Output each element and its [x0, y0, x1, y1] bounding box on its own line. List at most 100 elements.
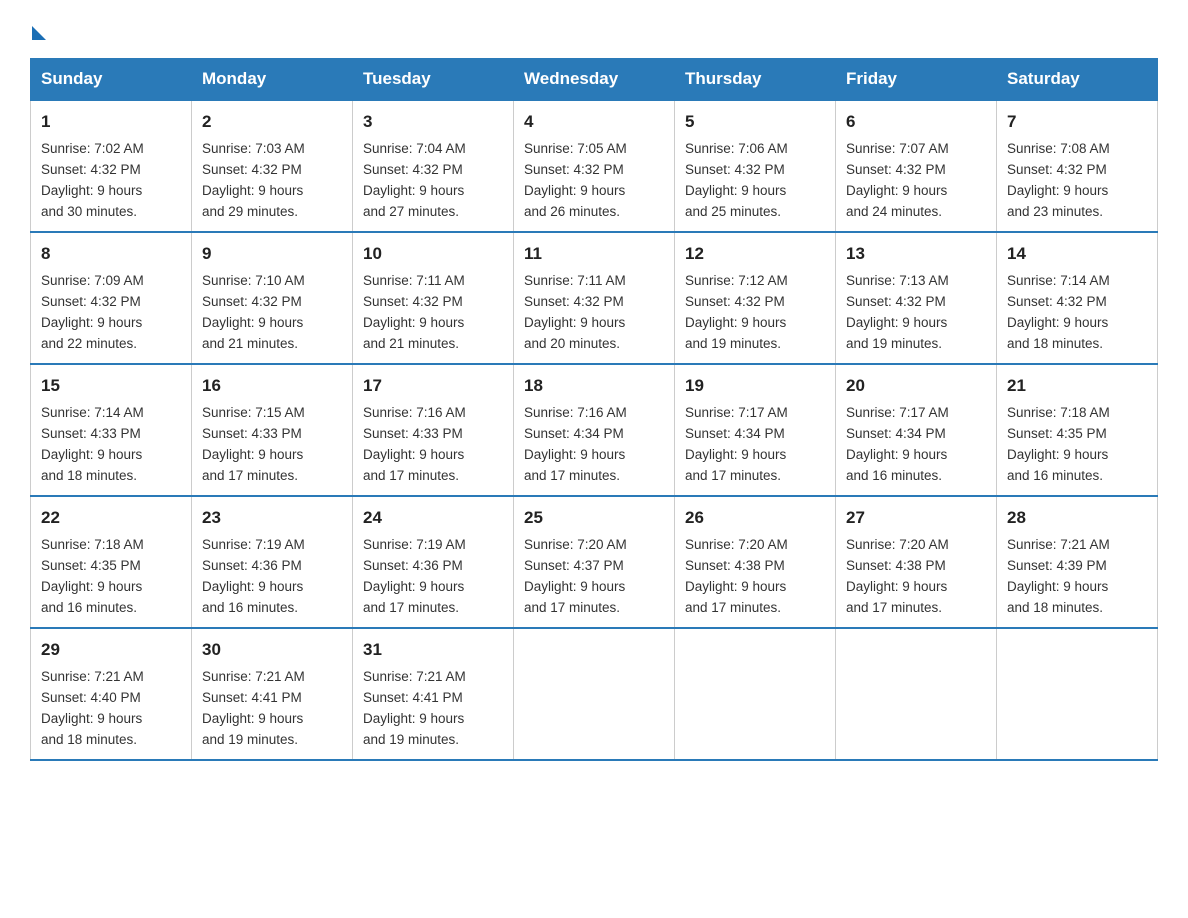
weekday-header-saturday: Saturday — [997, 59, 1158, 101]
day-number: 19 — [685, 373, 825, 399]
calendar-cell: 7 Sunrise: 7:08 AMSunset: 4:32 PMDayligh… — [997, 100, 1158, 232]
calendar-cell — [997, 628, 1158, 760]
day-info: Sunrise: 7:18 AMSunset: 4:35 PMDaylight:… — [41, 535, 181, 619]
calendar-cell: 2 Sunrise: 7:03 AMSunset: 4:32 PMDayligh… — [192, 100, 353, 232]
calendar-cell: 3 Sunrise: 7:04 AMSunset: 4:32 PMDayligh… — [353, 100, 514, 232]
calendar-cell: 25 Sunrise: 7:20 AMSunset: 4:37 PMDaylig… — [514, 496, 675, 628]
calendar-cell: 24 Sunrise: 7:19 AMSunset: 4:36 PMDaylig… — [353, 496, 514, 628]
day-info: Sunrise: 7:15 AMSunset: 4:33 PMDaylight:… — [202, 403, 342, 487]
day-info: Sunrise: 7:14 AMSunset: 4:33 PMDaylight:… — [41, 403, 181, 487]
weekday-header-tuesday: Tuesday — [353, 59, 514, 101]
day-info: Sunrise: 7:21 AMSunset: 4:41 PMDaylight:… — [363, 667, 503, 751]
day-info: Sunrise: 7:04 AMSunset: 4:32 PMDaylight:… — [363, 139, 503, 223]
calendar-cell: 30 Sunrise: 7:21 AMSunset: 4:41 PMDaylig… — [192, 628, 353, 760]
calendar-cell: 5 Sunrise: 7:06 AMSunset: 4:32 PMDayligh… — [675, 100, 836, 232]
day-info: Sunrise: 7:10 AMSunset: 4:32 PMDaylight:… — [202, 271, 342, 355]
day-info: Sunrise: 7:11 AMSunset: 4:32 PMDaylight:… — [363, 271, 503, 355]
page-header — [30, 20, 1158, 40]
day-info: Sunrise: 7:17 AMSunset: 4:34 PMDaylight:… — [685, 403, 825, 487]
day-info: Sunrise: 7:05 AMSunset: 4:32 PMDaylight:… — [524, 139, 664, 223]
calendar-cell: 15 Sunrise: 7:14 AMSunset: 4:33 PMDaylig… — [31, 364, 192, 496]
calendar-week-row: 1 Sunrise: 7:02 AMSunset: 4:32 PMDayligh… — [31, 100, 1158, 232]
day-info: Sunrise: 7:12 AMSunset: 4:32 PMDaylight:… — [685, 271, 825, 355]
calendar-cell — [836, 628, 997, 760]
day-number: 24 — [363, 505, 503, 531]
calendar-week-row: 15 Sunrise: 7:14 AMSunset: 4:33 PMDaylig… — [31, 364, 1158, 496]
day-info: Sunrise: 7:14 AMSunset: 4:32 PMDaylight:… — [1007, 271, 1147, 355]
day-info: Sunrise: 7:19 AMSunset: 4:36 PMDaylight:… — [363, 535, 503, 619]
day-number: 12 — [685, 241, 825, 267]
calendar-cell — [514, 628, 675, 760]
day-number: 4 — [524, 109, 664, 135]
day-info: Sunrise: 7:08 AMSunset: 4:32 PMDaylight:… — [1007, 139, 1147, 223]
calendar-cell: 16 Sunrise: 7:15 AMSunset: 4:33 PMDaylig… — [192, 364, 353, 496]
calendar-cell: 29 Sunrise: 7:21 AMSunset: 4:40 PMDaylig… — [31, 628, 192, 760]
day-number: 31 — [363, 637, 503, 663]
day-number: 22 — [41, 505, 181, 531]
day-info: Sunrise: 7:20 AMSunset: 4:38 PMDaylight:… — [685, 535, 825, 619]
calendar-week-row: 8 Sunrise: 7:09 AMSunset: 4:32 PMDayligh… — [31, 232, 1158, 364]
day-info: Sunrise: 7:16 AMSunset: 4:34 PMDaylight:… — [524, 403, 664, 487]
day-number: 10 — [363, 241, 503, 267]
weekday-header-sunday: Sunday — [31, 59, 192, 101]
day-number: 3 — [363, 109, 503, 135]
weekday-header-monday: Monday — [192, 59, 353, 101]
day-number: 18 — [524, 373, 664, 399]
calendar-cell: 17 Sunrise: 7:16 AMSunset: 4:33 PMDaylig… — [353, 364, 514, 496]
weekday-header-row: SundayMondayTuesdayWednesdayThursdayFrid… — [31, 59, 1158, 101]
day-info: Sunrise: 7:11 AMSunset: 4:32 PMDaylight:… — [524, 271, 664, 355]
calendar-cell: 19 Sunrise: 7:17 AMSunset: 4:34 PMDaylig… — [675, 364, 836, 496]
day-info: Sunrise: 7:03 AMSunset: 4:32 PMDaylight:… — [202, 139, 342, 223]
calendar-cell: 11 Sunrise: 7:11 AMSunset: 4:32 PMDaylig… — [514, 232, 675, 364]
day-number: 28 — [1007, 505, 1147, 531]
day-number: 14 — [1007, 241, 1147, 267]
calendar-cell: 28 Sunrise: 7:21 AMSunset: 4:39 PMDaylig… — [997, 496, 1158, 628]
day-number: 5 — [685, 109, 825, 135]
calendar-cell: 12 Sunrise: 7:12 AMSunset: 4:32 PMDaylig… — [675, 232, 836, 364]
calendar-cell: 31 Sunrise: 7:21 AMSunset: 4:41 PMDaylig… — [353, 628, 514, 760]
logo-arrow-icon — [32, 26, 46, 40]
day-number: 30 — [202, 637, 342, 663]
calendar-cell: 6 Sunrise: 7:07 AMSunset: 4:32 PMDayligh… — [836, 100, 997, 232]
day-info: Sunrise: 7:17 AMSunset: 4:34 PMDaylight:… — [846, 403, 986, 487]
day-info: Sunrise: 7:20 AMSunset: 4:38 PMDaylight:… — [846, 535, 986, 619]
day-number: 7 — [1007, 109, 1147, 135]
calendar-cell: 4 Sunrise: 7:05 AMSunset: 4:32 PMDayligh… — [514, 100, 675, 232]
day-info: Sunrise: 7:21 AMSunset: 4:40 PMDaylight:… — [41, 667, 181, 751]
calendar-cell: 27 Sunrise: 7:20 AMSunset: 4:38 PMDaylig… — [836, 496, 997, 628]
day-number: 21 — [1007, 373, 1147, 399]
calendar-week-row: 22 Sunrise: 7:18 AMSunset: 4:35 PMDaylig… — [31, 496, 1158, 628]
day-number: 26 — [685, 505, 825, 531]
day-number: 17 — [363, 373, 503, 399]
calendar-table: SundayMondayTuesdayWednesdayThursdayFrid… — [30, 58, 1158, 761]
calendar-cell: 20 Sunrise: 7:17 AMSunset: 4:34 PMDaylig… — [836, 364, 997, 496]
day-info: Sunrise: 7:09 AMSunset: 4:32 PMDaylight:… — [41, 271, 181, 355]
day-number: 11 — [524, 241, 664, 267]
day-number: 20 — [846, 373, 986, 399]
calendar-cell — [675, 628, 836, 760]
day-number: 13 — [846, 241, 986, 267]
day-number: 27 — [846, 505, 986, 531]
day-number: 6 — [846, 109, 986, 135]
day-number: 2 — [202, 109, 342, 135]
weekday-header-friday: Friday — [836, 59, 997, 101]
day-number: 23 — [202, 505, 342, 531]
day-number: 16 — [202, 373, 342, 399]
calendar-cell: 1 Sunrise: 7:02 AMSunset: 4:32 PMDayligh… — [31, 100, 192, 232]
calendar-cell: 9 Sunrise: 7:10 AMSunset: 4:32 PMDayligh… — [192, 232, 353, 364]
day-info: Sunrise: 7:07 AMSunset: 4:32 PMDaylight:… — [846, 139, 986, 223]
weekday-header-thursday: Thursday — [675, 59, 836, 101]
calendar-cell: 23 Sunrise: 7:19 AMSunset: 4:36 PMDaylig… — [192, 496, 353, 628]
calendar-cell: 18 Sunrise: 7:16 AMSunset: 4:34 PMDaylig… — [514, 364, 675, 496]
calendar-cell: 26 Sunrise: 7:20 AMSunset: 4:38 PMDaylig… — [675, 496, 836, 628]
calendar-week-row: 29 Sunrise: 7:21 AMSunset: 4:40 PMDaylig… — [31, 628, 1158, 760]
calendar-cell: 21 Sunrise: 7:18 AMSunset: 4:35 PMDaylig… — [997, 364, 1158, 496]
day-number: 15 — [41, 373, 181, 399]
day-number: 29 — [41, 637, 181, 663]
day-info: Sunrise: 7:21 AMSunset: 4:39 PMDaylight:… — [1007, 535, 1147, 619]
day-number: 8 — [41, 241, 181, 267]
day-info: Sunrise: 7:18 AMSunset: 4:35 PMDaylight:… — [1007, 403, 1147, 487]
day-info: Sunrise: 7:16 AMSunset: 4:33 PMDaylight:… — [363, 403, 503, 487]
weekday-header-wednesday: Wednesday — [514, 59, 675, 101]
calendar-cell: 13 Sunrise: 7:13 AMSunset: 4:32 PMDaylig… — [836, 232, 997, 364]
